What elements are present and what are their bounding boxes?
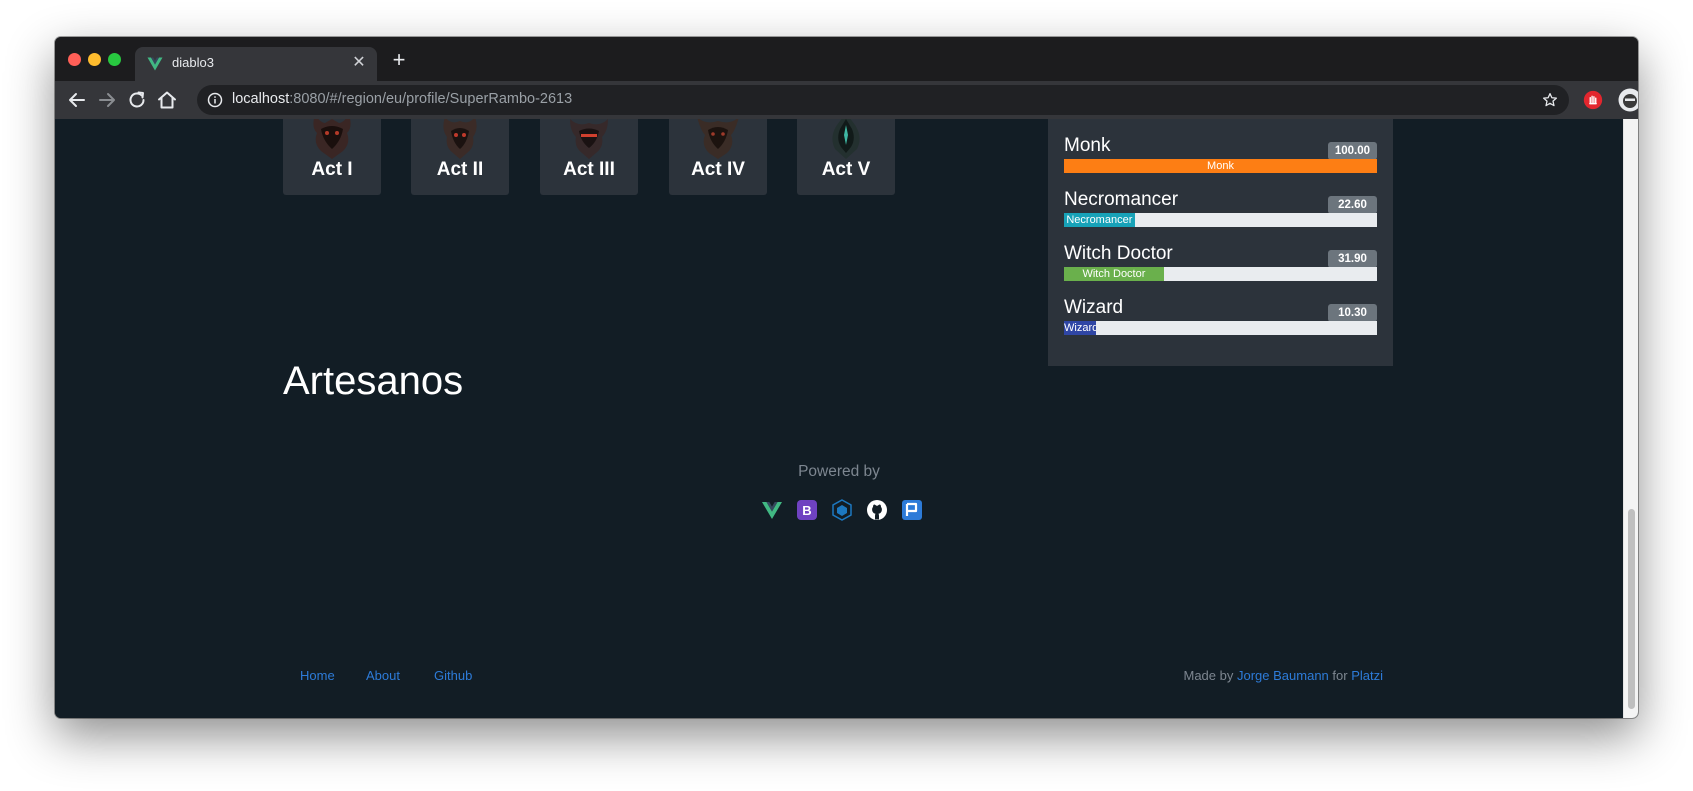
close-window-button[interactable] — [68, 53, 81, 66]
tab-title: diablo3 — [172, 55, 214, 70]
browser-window: diablo3 ✕ + localhost:8080/#/region/eu/p… — [55, 37, 1638, 718]
act-label: Act IV — [691, 159, 745, 180]
act-card-1[interactable]: Act I — [283, 119, 381, 195]
tab-strip: diablo3 ✕ + — [55, 37, 1638, 81]
zoom-window-button[interactable] — [108, 53, 121, 66]
act-label: Act II — [436, 159, 484, 180]
class-value-badge: 100.00 — [1327, 142, 1377, 160]
powered-by-label: Powered by — [798, 463, 880, 480]
url-text[interactable]: localhost:8080/#/region/eu/profile/Super… — [232, 91, 572, 107]
class-progress-fill: Necromancer — [1064, 213, 1135, 227]
bootstrap-icon[interactable]: B — [796, 499, 818, 521]
reload-icon[interactable] — [125, 88, 149, 112]
forward-arrow-icon[interactable] — [95, 88, 119, 112]
class-progress-fill: Monk — [1064, 159, 1377, 173]
class-name: Witch Doctor — [1064, 243, 1173, 264]
address-bar[interactable]: localhost:8080/#/region/eu/profile/Super… — [197, 85, 1569, 115]
class-progress-bar: Wizard — [1064, 321, 1377, 335]
url-host: localhost — [232, 91, 290, 107]
extension-stop-icon[interactable] — [1582, 89, 1604, 111]
minimize-window-button[interactable] — [88, 53, 101, 66]
act-card-3[interactable]: Act III — [540, 119, 638, 195]
class-value-badge: 31.90 — [1328, 250, 1377, 268]
webpack-icon[interactable] — [831, 499, 853, 521]
act-label: Act I — [311, 159, 353, 180]
act-card-4[interactable]: Act IV — [669, 119, 767, 195]
close-tab-icon[interactable]: ✕ — [349, 53, 369, 73]
page-content: Act I Act II Act III Act IV Act V Monk 1… — [55, 119, 1623, 718]
made-by-credit: Made by Jorge Baumann for Platzi — [1184, 668, 1384, 683]
svg-text:B: B — [802, 503, 811, 518]
url-path: :8080/#/region/eu/profile/SuperRambo-261… — [289, 91, 573, 107]
act-card-2[interactable]: Act II — [411, 119, 509, 195]
footer-link-about[interactable]: About — [366, 668, 400, 683]
act-label: Act V — [821, 159, 871, 180]
class-progress-bar: Monk — [1064, 159, 1377, 173]
class-name: Monk — [1064, 135, 1111, 156]
scrollbar-thumb[interactable] — [1628, 509, 1635, 709]
class-row-witch-doctor: Witch Doctor 31.90 Witch Doctor — [1064, 243, 1377, 283]
class-progress-bar: Witch Doctor — [1064, 267, 1377, 281]
act-1-demon-icon — [313, 119, 351, 159]
act-5-malthael-icon — [832, 119, 860, 159]
act-4-demon-icon — [697, 119, 739, 159]
profile-avatar-icon[interactable] — [1617, 87, 1638, 113]
platzi-icon[interactable] — [901, 499, 923, 521]
bookmark-star-icon[interactable] — [1541, 91, 1559, 109]
back-arrow-icon[interactable] — [65, 88, 89, 112]
vue-logo-icon — [147, 57, 163, 71]
footer-link-github[interactable]: Github — [434, 668, 472, 683]
class-value-badge: 10.30 — [1328, 304, 1377, 322]
platzi-link[interactable]: Platzi — [1351, 668, 1383, 683]
class-row-wizard: Wizard 10.30 Wizard — [1064, 297, 1377, 337]
act-label: Act III — [563, 159, 615, 180]
class-progress-panel: Monk 100.00 Monk Necromancer 22.60 Necro… — [1048, 119, 1393, 366]
act-2-demon-icon — [443, 119, 477, 159]
class-progress-bar: Necromancer — [1064, 213, 1377, 227]
home-icon[interactable] — [155, 88, 179, 112]
new-tab-icon[interactable]: + — [387, 49, 411, 73]
powered-by-icons: B — [755, 499, 925, 523]
class-value-badge: 22.60 — [1328, 196, 1377, 214]
made-by-prefix: Made by — [1183, 668, 1234, 683]
section-title: Artesanos — [283, 359, 464, 403]
class-name: Wizard — [1064, 297, 1124, 318]
footer-link-home[interactable]: Home — [300, 668, 335, 683]
class-row-monk: Monk 100.00 Monk — [1064, 135, 1377, 175]
vue-icon[interactable] — [761, 499, 783, 521]
browser-toolbar: localhost:8080/#/region/eu/profile/Super… — [55, 81, 1638, 119]
site-info-icon[interactable] — [207, 92, 223, 108]
author-link[interactable]: Jorge Baumann — [1237, 668, 1329, 683]
class-progress-fill: Witch Doctor — [1064, 267, 1164, 281]
act-3-demon-icon — [570, 119, 608, 159]
act-card-5[interactable]: Act V — [797, 119, 895, 195]
page-scrollbar[interactable] — [1623, 119, 1638, 718]
class-name: Necromancer — [1064, 189, 1179, 210]
browser-tab[interactable]: diablo3 ✕ — [135, 47, 377, 81]
class-progress-fill: Wizard — [1064, 321, 1097, 335]
class-row-necromancer: Necromancer 22.60 Necromancer — [1064, 189, 1377, 229]
for-word: for — [1332, 668, 1348, 683]
github-icon[interactable] — [866, 499, 888, 521]
